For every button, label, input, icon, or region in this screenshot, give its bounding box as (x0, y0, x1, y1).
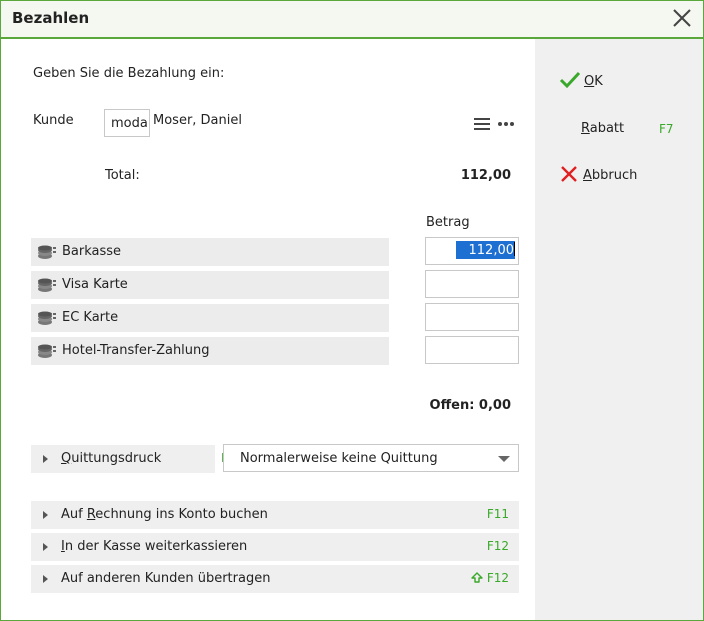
action-continue-cashing[interactable]: In der Kasse weiterkassieren F12 (31, 533, 519, 561)
amount-input-barkasse[interactable]: 112,00 (425, 237, 519, 265)
total-value: 112,00 (460, 168, 511, 183)
dropdown-arrow-icon (498, 456, 510, 462)
amount-input-hotel-transfer[interactable] (425, 336, 519, 364)
expand-triangle-icon (43, 543, 48, 551)
action-label: In der Kasse weiterkassieren (61, 539, 248, 554)
receipt-dropdown[interactable]: Normalerweise keine Quittung (223, 444, 519, 472)
action-shortcut: F12 (486, 539, 509, 553)
customer-code-field[interactable]: moda (104, 109, 150, 137)
list-icon[interactable] (474, 118, 490, 130)
payment-row-ec[interactable]: EC Karte (31, 304, 389, 332)
amount-input-visa[interactable] (425, 270, 519, 298)
total-label: Total: (105, 168, 140, 183)
action-shortcut: F12 (471, 571, 509, 585)
open-amount: Offen: 0,00 (429, 398, 511, 413)
customer-name: Moser, Daniel (153, 113, 242, 128)
shift-arrow-up-icon (471, 572, 483, 583)
cancel-x-icon (561, 166, 577, 182)
action-transfer-to-other-customer[interactable]: Auf anderen Kunden übertragen F12 (31, 565, 519, 593)
action-invoice-to-account[interactable]: Auf Rechnung ins Konto buchen F11 (31, 501, 519, 529)
action-label: Auf anderen Kunden übertragen (61, 571, 271, 586)
action-label: Auf Rechnung ins Konto buchen (61, 507, 268, 522)
payment-label: Barkasse (62, 244, 122, 259)
payment-row-hotel-transfer[interactable]: Hotel-Transfer-Zahlung (31, 337, 389, 365)
coins-icon (38, 245, 56, 259)
coins-icon (38, 311, 56, 325)
side-panel: OK Rabatt F7 Abbruch (535, 39, 703, 620)
close-icon[interactable] (671, 7, 693, 29)
payment-label: EC Karte (62, 310, 119, 325)
check-icon (559, 71, 581, 89)
payment-row-visa[interactable]: Visa Karte (31, 271, 389, 299)
payment-label: Visa Karte (62, 277, 128, 292)
amount-header: Betrag (426, 215, 470, 230)
receipt-label: Quittungsdruck (61, 451, 162, 466)
amount-selection: 112,00 (455, 241, 515, 259)
customer-label: Kunde (33, 113, 74, 128)
ok-button[interactable]: OK (559, 71, 603, 89)
more-icon[interactable] (497, 121, 515, 127)
rabatt-shortcut: F7 (659, 122, 674, 136)
dialog-title: Bezahlen (12, 9, 90, 27)
receipt-expander[interactable]: Quittungsdruck F5 (31, 445, 236, 473)
payment-dialog: Bezahlen Geben Sie die Bezahlung ein: Ku… (0, 0, 704, 621)
coins-icon (38, 278, 56, 292)
expand-triangle-icon (43, 575, 48, 583)
cancel-button[interactable]: Abbruch (559, 165, 637, 183)
coins-icon (38, 344, 56, 358)
expand-triangle-icon (43, 455, 48, 463)
receipt-dropdown-value: Normalerweise keine Quittung (240, 451, 438, 466)
amount-input-ec[interactable] (425, 303, 519, 331)
instruction-text: Geben Sie die Bezahlung ein: (33, 66, 225, 81)
title-bar: Bezahlen (1, 1, 703, 39)
rabatt-button[interactable]: Rabatt (581, 121, 624, 136)
customer-code-value: moda (111, 116, 148, 131)
main-panel: Geben Sie die Bezahlung ein: Kunde moda … (1, 39, 535, 620)
expand-triangle-icon (43, 511, 48, 519)
payment-row-barkasse[interactable]: Barkasse (31, 238, 389, 266)
payment-label: Hotel-Transfer-Zahlung (62, 343, 210, 358)
action-shortcut: F11 (486, 507, 509, 521)
